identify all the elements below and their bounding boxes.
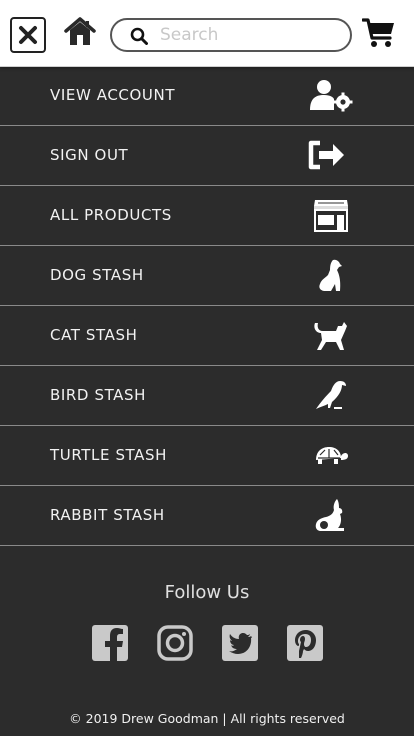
bird-icon (306, 378, 356, 412)
turtle-icon (306, 438, 356, 472)
menu-item-label: CAT STASH (50, 326, 138, 344)
menu-item-dog-stash[interactable]: DOG STASH (0, 246, 414, 306)
menu-item-label: DOG STASH (50, 266, 144, 284)
menu-item-sign-out[interactable]: SIGN OUT (0, 126, 414, 186)
rabbit-icon (306, 498, 356, 532)
follow-us-heading: Follow Us (164, 582, 250, 603)
close-icon (19, 26, 37, 44)
user-settings-icon (306, 78, 356, 112)
menu-item-rabbit-stash[interactable]: RABBIT STASH (0, 486, 414, 546)
copyright-text: © 2019 Drew Goodman | All rights reserve… (69, 711, 345, 726)
menu-item-label: BIRD STASH (50, 386, 147, 404)
dog-icon (306, 258, 356, 292)
twitter-icon[interactable] (222, 625, 258, 661)
facebook-icon[interactable] (92, 625, 128, 661)
menu-item-label: RABBIT STASH (50, 506, 165, 524)
menu-item-all-products[interactable]: ALL PRODUCTS (0, 186, 414, 246)
close-menu-button[interactable] (10, 17, 46, 53)
home-icon (64, 17, 96, 45)
pinterest-icon[interactable] (287, 625, 323, 661)
social-links (0, 625, 414, 663)
menu-item-label: ALL PRODUCTS (50, 206, 172, 224)
cat-icon (306, 318, 356, 352)
menu-item-cat-stash[interactable]: CAT STASH (0, 306, 414, 366)
menu-item-view-account[interactable]: VIEW ACCOUNT (0, 66, 414, 126)
home-button[interactable] (64, 16, 96, 48)
menu-item-label: TURTLE STASH (50, 446, 168, 464)
store-icon (306, 198, 356, 232)
menu-item-bird-stash[interactable]: BIRD STASH (0, 366, 414, 426)
menu-item-turtle-stash[interactable]: TURTLE STASH (0, 426, 414, 486)
top-header (0, 0, 414, 67)
cart-button[interactable] (361, 17, 396, 49)
nav-menu: VIEW ACCOUNT SIGN OUT ALL PRODUCTS DOG S… (0, 66, 414, 546)
menu-item-label: VIEW ACCOUNT (50, 86, 176, 104)
cart-icon (361, 18, 394, 47)
search-icon[interactable] (130, 27, 148, 45)
search-bar (110, 18, 352, 52)
sign-out-icon (306, 138, 356, 172)
instagram-icon[interactable] (157, 625, 193, 661)
menu-item-label: SIGN OUT (50, 146, 129, 164)
search-input[interactable] (160, 24, 340, 46)
